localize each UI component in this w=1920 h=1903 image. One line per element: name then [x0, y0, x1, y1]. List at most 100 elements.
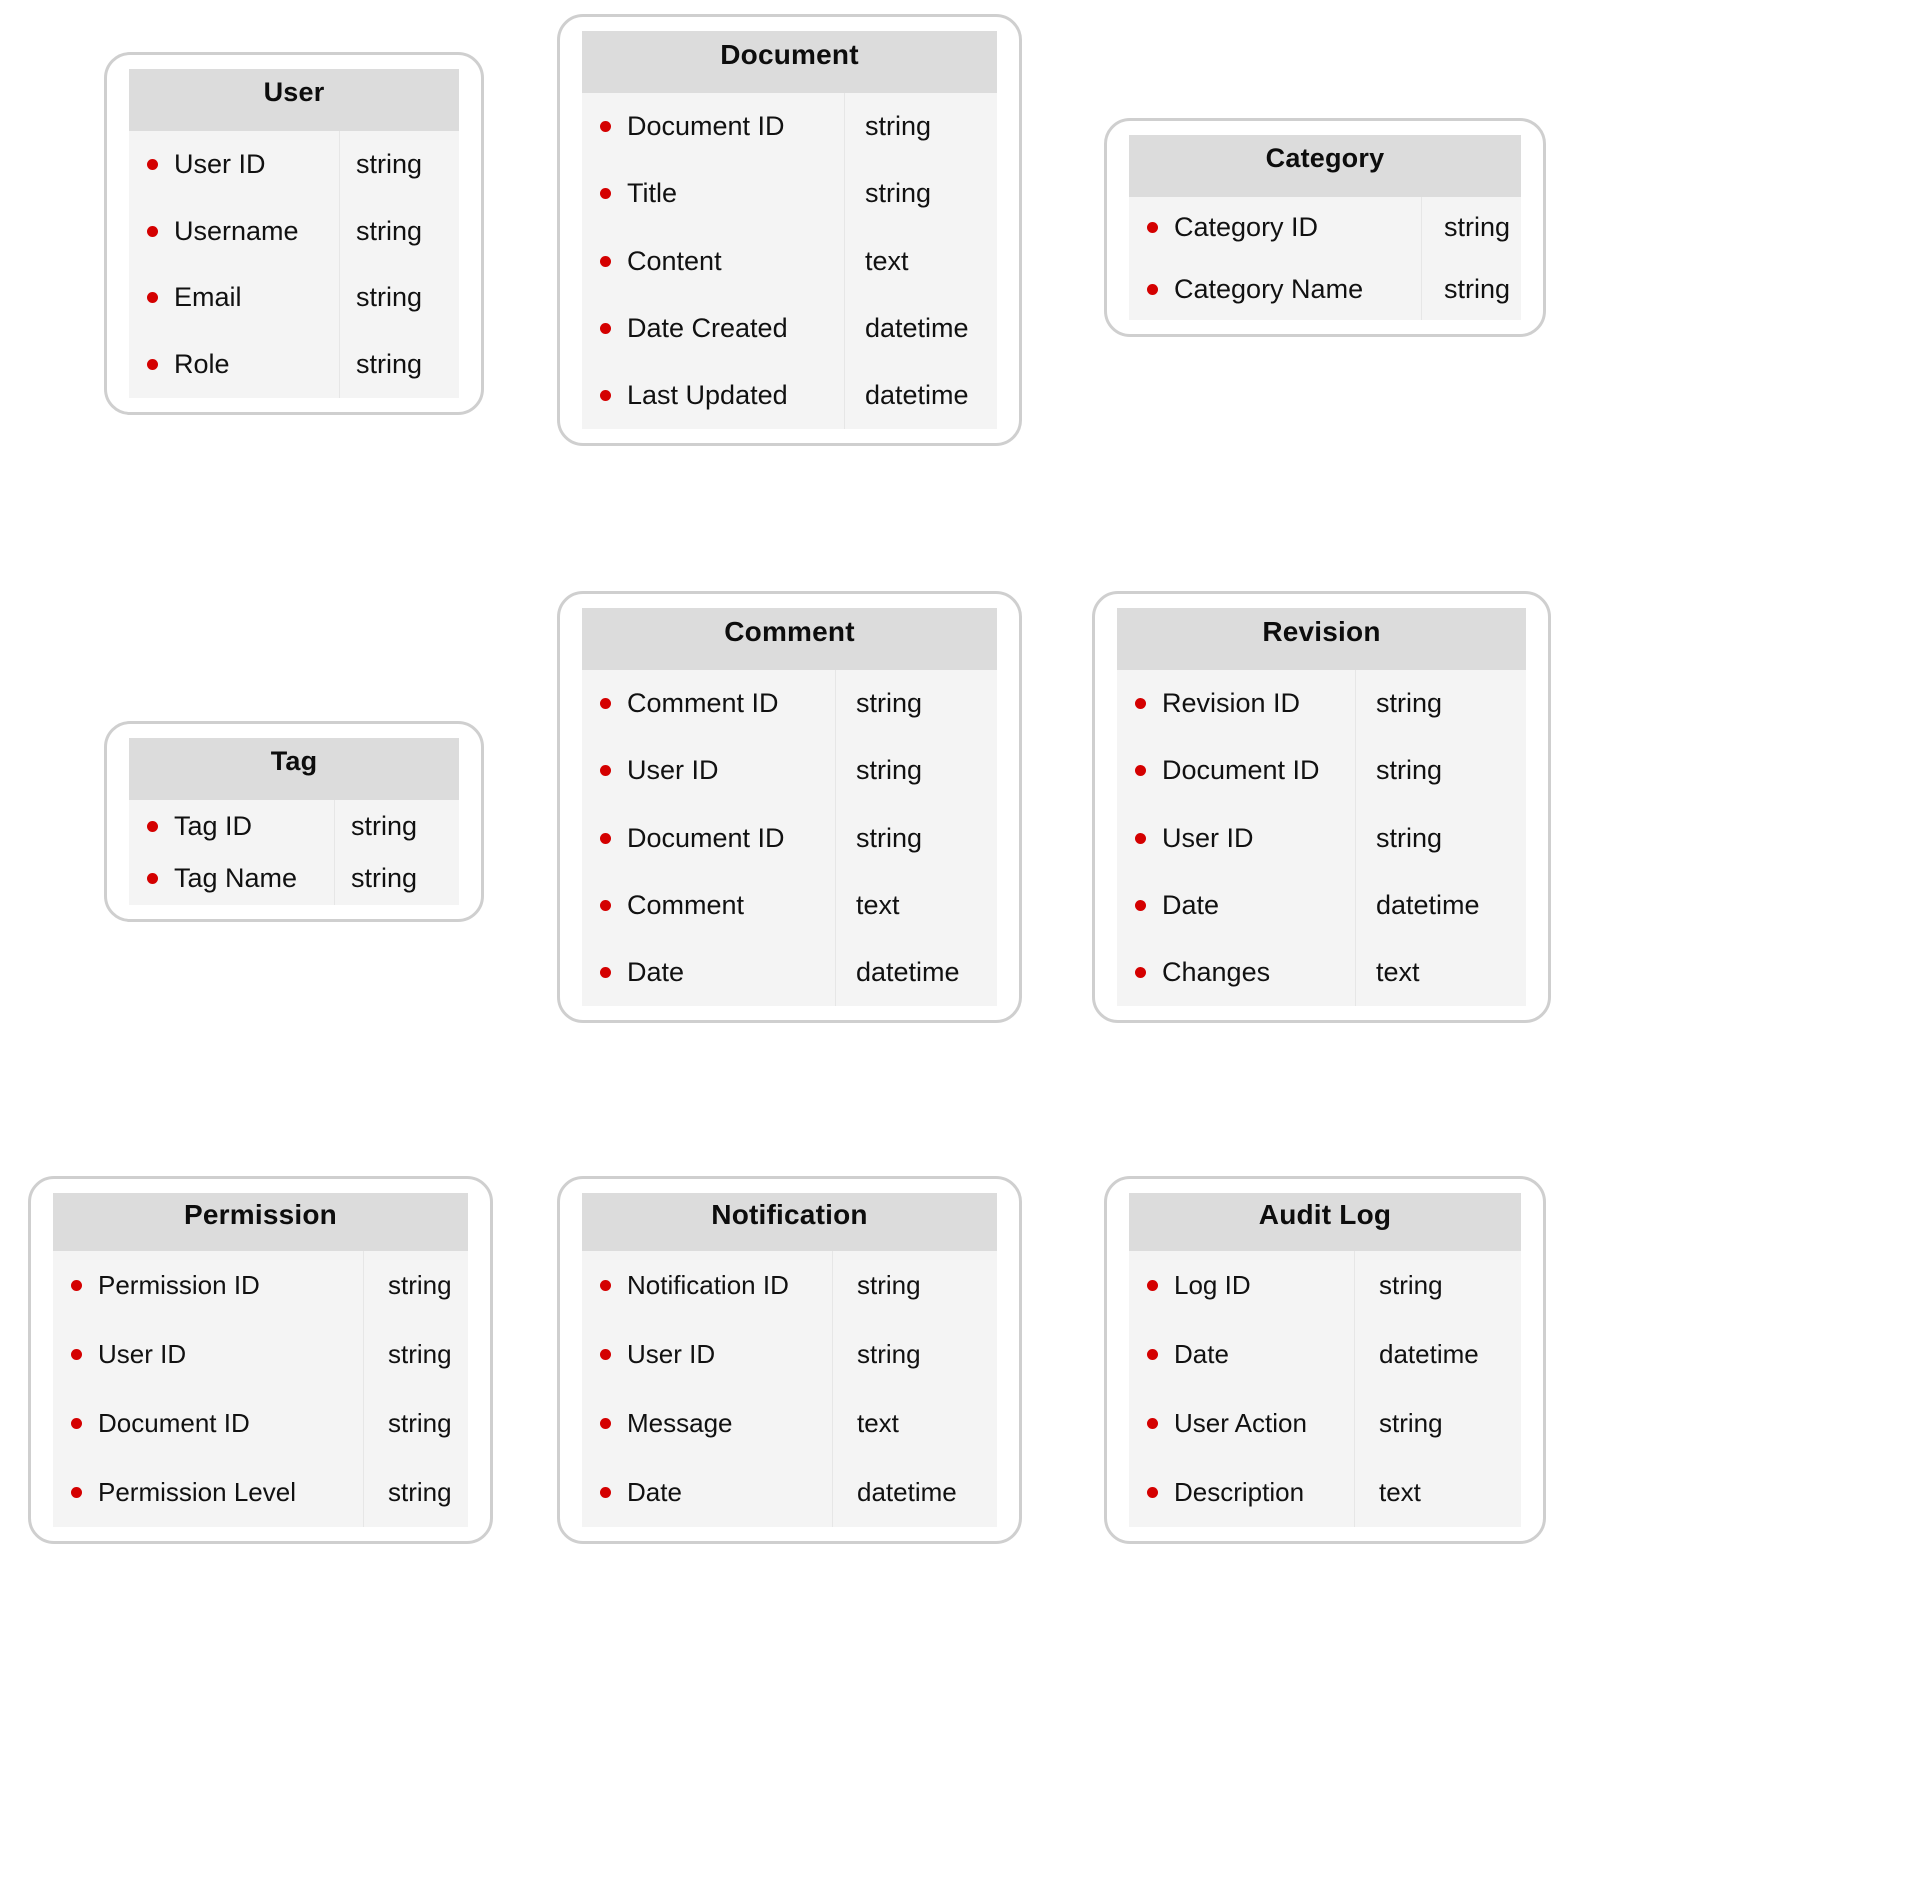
attribute-name: Username [174, 215, 299, 246]
attribute-type: datetime [1355, 871, 1480, 939]
entity-card-category[interactable]: Category Category ID string Category Nam… [1104, 118, 1546, 337]
attribute-name: User ID [627, 1339, 716, 1369]
attribute-row[interactable]: Title string [582, 160, 997, 228]
attribute-row[interactable]: Permission Level string [53, 1458, 468, 1527]
attribute-row[interactable]: Document ID string [1117, 737, 1526, 805]
attribute-row[interactable]: Changes text [1117, 938, 1526, 1007]
attribute-name: Email [174, 282, 242, 313]
attribute-row[interactable]: Log ID string [1129, 1251, 1521, 1320]
entity-card-permission[interactable]: Permission Permission ID string User ID … [28, 1176, 493, 1544]
attribute-row[interactable]: User ID string [129, 131, 459, 198]
entity-attribute-list: Comment ID string User ID string Documen… [582, 670, 997, 1007]
attribute-name: Comment ID [627, 688, 779, 719]
attribute-row[interactable]: Message text [582, 1389, 997, 1458]
entity-attribute-list: User ID string Username string Email str… [129, 131, 459, 398]
attribute-name-cell: User Action [1129, 1389, 1354, 1458]
attribute-row[interactable]: Comment ID string [582, 670, 997, 738]
entity-title: Comment [582, 608, 997, 670]
attribute-row[interactable]: Revision ID string [1117, 670, 1526, 738]
entity-title: Permission [53, 1193, 468, 1251]
attribute-row[interactable]: Role string [129, 331, 459, 398]
attribute-row[interactable]: User ID string [582, 1320, 997, 1389]
entity-attribute-list: Tag ID string Tag Name string [129, 800, 459, 905]
attribute-name-cell: Category Name [1129, 259, 1421, 321]
attribute-row[interactable]: Date datetime [1129, 1320, 1521, 1389]
attribute-bullet-icon [600, 832, 611, 844]
attribute-row[interactable]: Date Created datetime [582, 294, 997, 362]
attribute-row[interactable]: Permission ID string [53, 1251, 468, 1320]
entity-card-tag[interactable]: Tag Tag ID string Tag Name string [104, 721, 484, 922]
attribute-bullet-icon [147, 873, 158, 885]
attribute-name: Permission ID [98, 1270, 260, 1300]
attribute-row[interactable]: User ID string [53, 1320, 468, 1389]
entity-card-revision[interactable]: Revision Revision ID string Document ID … [1092, 591, 1551, 1023]
attribute-name-cell: Log ID [1129, 1251, 1354, 1320]
attribute-name: User Action [1174, 1408, 1307, 1438]
entity-card-audit-log[interactable]: Audit Log Log ID string Date datetime Us… [1104, 1176, 1546, 1544]
attribute-row[interactable]: Document ID string [582, 93, 997, 161]
attribute-name-cell: Date Created [582, 295, 844, 362]
attribute-row[interactable]: Comment text [582, 871, 997, 939]
entity-inner: Notification Notification ID string User… [582, 1193, 997, 1527]
attribute-type: text [1354, 1458, 1421, 1527]
attribute-name: Document ID [627, 111, 785, 142]
attribute-row[interactable]: Category Name string [1129, 258, 1521, 321]
attribute-name: User ID [174, 148, 266, 179]
attribute-name: Document ID [627, 822, 785, 853]
entity-card-document[interactable]: Document Document ID string Title string [557, 14, 1022, 446]
attribute-type: string [363, 1251, 452, 1320]
attribute-name-cell: Document ID [582, 93, 844, 160]
attribute-row[interactable]: User ID string [582, 737, 997, 805]
attribute-name-cell: Date [1117, 872, 1355, 939]
attribute-name-cell: Permission ID [53, 1251, 363, 1320]
attribute-type: string [334, 852, 417, 905]
entity-card-user[interactable]: User User ID string Username string Emai… [104, 52, 484, 415]
attribute-row[interactable]: Document ID string [582, 804, 997, 872]
attribute-name-cell: Document ID [1117, 737, 1355, 804]
attribute-name: Date [1174, 1339, 1229, 1369]
attribute-row[interactable]: Document ID string [53, 1389, 468, 1458]
attribute-row[interactable]: User Action string [1129, 1389, 1521, 1458]
attribute-row[interactable]: Category ID string [1129, 197, 1521, 259]
attribute-name-cell: User ID [582, 1320, 832, 1389]
attribute-name-cell: Tag Name [129, 853, 334, 906]
attribute-row[interactable]: Tag Name string [129, 852, 459, 906]
attribute-name: Date [1162, 889, 1220, 920]
attribute-row[interactable]: Last Updated datetime [582, 361, 997, 430]
attribute-type: string [1421, 197, 1510, 259]
attribute-name: Role [174, 349, 230, 380]
attribute-row[interactable]: Date datetime [582, 1458, 997, 1527]
attribute-name: Content [627, 245, 722, 276]
attribute-type: string [835, 670, 922, 738]
attribute-bullet-icon [600, 765, 611, 777]
attribute-type: string [339, 264, 422, 332]
attribute-bullet-icon [1147, 1418, 1158, 1429]
attribute-bullet-icon [1135, 832, 1146, 844]
attribute-row[interactable]: Date datetime [1117, 871, 1526, 939]
attribute-type: datetime [835, 938, 960, 1007]
attribute-row[interactable]: User ID string [1117, 804, 1526, 872]
attribute-row[interactable]: Date datetime [582, 938, 997, 1007]
attribute-name: Notification ID [627, 1270, 789, 1300]
attribute-name: Description [1174, 1477, 1305, 1507]
attribute-name-cell: Revision ID [1117, 670, 1355, 737]
entity-card-comment[interactable]: Comment Comment ID string User ID string [557, 591, 1022, 1023]
attribute-bullet-icon [600, 1280, 611, 1291]
attribute-bullet-icon [1147, 283, 1158, 295]
attribute-row[interactable]: Tag ID string [129, 800, 459, 853]
attribute-name-cell: Document ID [53, 1389, 363, 1458]
attribute-bullet-icon [1135, 698, 1146, 710]
attribute-row[interactable]: Notification ID string [582, 1251, 997, 1320]
attribute-name: Category Name [1174, 273, 1364, 304]
attribute-name-cell: User ID [129, 131, 339, 198]
attribute-bullet-icon [147, 359, 158, 371]
attribute-bullet-icon [71, 1349, 82, 1360]
attribute-row[interactable]: Description text [1129, 1458, 1521, 1527]
attribute-row[interactable]: Email string [129, 264, 459, 332]
entity-card-notification[interactable]: Notification Notification ID string User… [557, 1176, 1022, 1544]
attribute-row[interactable]: Content text [582, 227, 997, 295]
entity-inner: Permission Permission ID string User ID … [53, 1193, 468, 1527]
attribute-row[interactable]: Username string [129, 197, 459, 265]
attribute-bullet-icon [1147, 1487, 1158, 1498]
attribute-bullet-icon [600, 255, 611, 267]
